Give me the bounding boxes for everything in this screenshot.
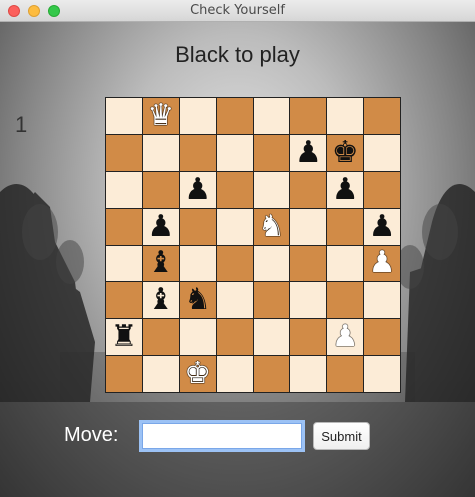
black-rook-icon[interactable]: ♜ (110, 322, 137, 352)
square-b5[interactable]: ♟ (142, 208, 179, 245)
square-g7[interactable]: ♚ (327, 134, 364, 171)
black-knight-icon[interactable]: ♞ (184, 285, 211, 315)
square-d2[interactable] (216, 319, 253, 356)
white-king-icon[interactable]: ♚ (184, 359, 211, 389)
square-h8[interactable] (364, 98, 400, 134)
square-e4[interactable] (253, 245, 290, 282)
square-h3[interactable] (364, 282, 400, 319)
square-b1[interactable] (142, 356, 179, 392)
black-king-icon[interactable]: ♚ (332, 137, 359, 168)
square-e5[interactable]: ♞ (253, 208, 290, 245)
square-d5[interactable] (216, 208, 253, 245)
square-b3[interactable]: ♝ (142, 282, 179, 319)
title-bar: Check Yourself (0, 0, 475, 22)
square-f2[interactable] (290, 319, 327, 356)
square-f1[interactable] (290, 356, 327, 392)
square-e3[interactable] (253, 282, 290, 319)
black-pawn-icon[interactable]: ♟ (184, 174, 211, 205)
square-e8[interactable] (253, 98, 290, 134)
square-g6[interactable]: ♟ (327, 171, 364, 208)
move-label: Move: (64, 424, 119, 446)
square-g3[interactable] (327, 282, 364, 319)
square-f6[interactable] (290, 171, 327, 208)
black-bishop-icon[interactable]: ♝ (147, 248, 174, 278)
square-f7[interactable]: ♟ (290, 134, 327, 171)
square-f5[interactable] (290, 208, 327, 245)
white-pawn-icon[interactable]: ♟ (369, 248, 396, 278)
square-e6[interactable] (253, 171, 290, 208)
square-f4[interactable] (290, 245, 327, 282)
window-title: Check Yourself (190, 3, 285, 18)
square-a8[interactable] (106, 98, 142, 134)
black-pawn-icon[interactable]: ♟ (369, 211, 396, 242)
square-b2[interactable] (142, 319, 179, 356)
white-queen-icon[interactable]: ♛ (147, 100, 174, 131)
square-h7[interactable] (364, 134, 400, 171)
square-h2[interactable] (364, 319, 400, 356)
square-b6[interactable] (142, 171, 179, 208)
square-a6[interactable] (106, 171, 142, 208)
move-input[interactable] (139, 420, 305, 452)
black-pawn-icon[interactable]: ♟ (295, 137, 322, 168)
white-pawn-icon[interactable]: ♟ (332, 322, 359, 352)
square-g5[interactable] (327, 208, 364, 245)
square-c8[interactable] (179, 98, 216, 134)
square-g4[interactable] (327, 245, 364, 282)
square-c3[interactable]: ♞ (179, 282, 216, 319)
square-h5[interactable]: ♟ (364, 208, 400, 245)
black-pawn-icon[interactable]: ♟ (332, 174, 359, 205)
black-pawn-icon[interactable]: ♟ (147, 211, 174, 242)
square-a2[interactable]: ♜ (106, 319, 142, 356)
square-h4[interactable]: ♟ (364, 245, 400, 282)
app-window: Check Yourself Black to play 1 ♛ ♟ ♚ ♟ ♟… (0, 0, 475, 497)
square-h6[interactable] (364, 171, 400, 208)
square-c4[interactable] (179, 245, 216, 282)
square-d6[interactable] (216, 171, 253, 208)
chess-board: ♛ ♟ ♚ ♟ ♟ ♟ ♞ ♟ ♝ ♟ ♝ ♞ ♜ ♟ ♚ (105, 97, 401, 393)
square-f8[interactable] (290, 98, 327, 134)
square-c1[interactable]: ♚ (179, 356, 216, 392)
white-knight-icon[interactable]: ♞ (258, 211, 285, 242)
square-e7[interactable] (253, 134, 290, 171)
square-a3[interactable] (106, 282, 142, 319)
black-bishop-icon[interactable]: ♝ (147, 285, 174, 315)
square-c6[interactable]: ♟ (179, 171, 216, 208)
square-d7[interactable] (216, 134, 253, 171)
square-d4[interactable] (216, 245, 253, 282)
game-panel: Black to play 1 ♛ ♟ ♚ ♟ ♟ ♟ ♞ ♟ ♝ ♟ ♝ ♞ ♜ ♟ ♚ Move: Su… (0, 22, 475, 497)
square-e1[interactable] (253, 356, 290, 392)
square-h1[interactable] (364, 356, 400, 392)
square-b4[interactable]: ♝ (142, 245, 179, 282)
square-d3[interactable] (216, 282, 253, 319)
square-c2[interactable] (179, 319, 216, 356)
square-g8[interactable] (327, 98, 364, 134)
square-a5[interactable] (106, 208, 142, 245)
square-a1[interactable] (106, 356, 142, 392)
puzzle-counter: 1 (15, 112, 28, 137)
square-c7[interactable] (179, 134, 216, 171)
square-b8[interactable]: ♛ (142, 98, 179, 134)
square-c5[interactable] (179, 208, 216, 245)
square-a7[interactable] (106, 134, 142, 171)
turn-heading: Black to play (175, 42, 300, 67)
square-a4[interactable] (106, 245, 142, 282)
square-d8[interactable] (216, 98, 253, 134)
square-g2[interactable]: ♟ (327, 319, 364, 356)
square-e2[interactable] (253, 319, 290, 356)
square-d1[interactable] (216, 356, 253, 392)
square-g1[interactable] (327, 356, 364, 392)
square-f3[interactable] (290, 282, 327, 319)
square-b7[interactable] (142, 134, 179, 171)
submit-button[interactable]: Submit (313, 422, 370, 450)
